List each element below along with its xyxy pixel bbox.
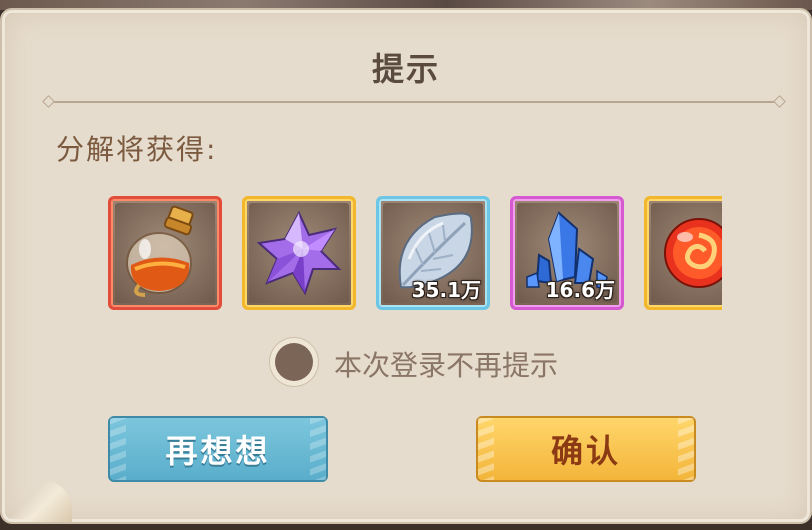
- title-divider: [50, 101, 778, 103]
- cancel-button-label: 再想想: [165, 432, 271, 470]
- dialog-title: 提示: [371, 50, 440, 88]
- rewards-heading: 分解将获得:: [56, 133, 218, 166]
- reward-item-blue-crystal[interactable]: 16.6万: [510, 196, 624, 310]
- corner-decoration: [2, 480, 72, 522]
- reward-item-red-orb[interactable]: 1: [644, 196, 722, 310]
- confirm-button[interactable]: 确认: [476, 416, 696, 482]
- item-count: 16.6万: [545, 278, 615, 302]
- purple-crystal-star-icon: [256, 210, 342, 296]
- reward-items-list: 35.1万 16.6万 1: [106, 192, 722, 314]
- dont-show-again-label: 本次登录不再提示: [334, 349, 559, 382]
- red-orb-icon: [664, 218, 722, 288]
- potion-bottle-icon: [126, 205, 194, 297]
- cancel-button[interactable]: 再想想: [108, 416, 328, 482]
- confirm-dialog: 提示 分解将获得: 35.1万 16.6万 本次登录不再提示 再想想 确认: [0, 8, 812, 524]
- confirm-button-label: 确认: [550, 432, 621, 470]
- reward-item-silver-leaf[interactable]: 35.1万: [376, 196, 490, 310]
- reward-item-potion[interactable]: [108, 196, 222, 310]
- item-count: 35.1万: [411, 278, 481, 302]
- dont-show-again-checkbox[interactable]: [270, 338, 318, 386]
- reward-item-purple-crystal[interactable]: [242, 196, 356, 310]
